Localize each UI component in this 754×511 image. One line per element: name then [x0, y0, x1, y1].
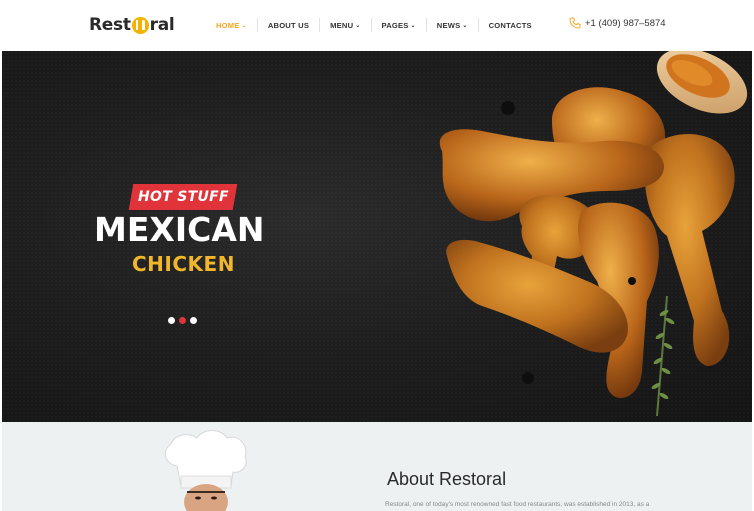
slider-dot-1[interactable]	[168, 317, 175, 324]
nav-label: PAGES	[381, 20, 409, 30]
main-nav: HOME ⌄ ABOUT US MENU ⌄ PAGES ⌄ NEWS ⌄ CONTAC…	[216, 18, 542, 32]
hero-slider: HOT STUFF MEXICAN CHICKEN	[2, 51, 752, 422]
hot-stuff-badge: HOT STUFF	[128, 184, 238, 210]
slider-dot-3[interactable]	[190, 317, 197, 324]
chevron-down-icon: ⌄	[462, 22, 468, 29]
nav-label: MENU	[330, 20, 354, 30]
chef-portrait-image	[164, 430, 247, 511]
nav-item-contacts[interactable]: CONTACTS	[477, 18, 542, 32]
chevron-down-icon: ⌄	[355, 22, 361, 29]
hero-subtitle: CHICKEN	[132, 252, 235, 276]
logo-text-start: Rest	[89, 15, 131, 35]
badge-text: HOT STUFF	[137, 189, 229, 205]
about-description: Restoral, one of today's most renowned f…	[385, 501, 650, 508]
nav-label: HOME	[216, 20, 240, 30]
nav-item-home[interactable]: HOME ⌄	[216, 18, 257, 32]
chevron-down-icon: ⌄	[241, 22, 247, 29]
about-section: About Restoral Restoral, one of today's …	[2, 422, 752, 511]
phone-text: +1 (409) 987–5874	[585, 17, 666, 29]
site-logo[interactable]: Rest ral	[89, 14, 175, 36]
nav-item-pages[interactable]: PAGES ⌄	[370, 18, 426, 32]
slider-dot-2[interactable]	[179, 317, 186, 324]
fork-knife-logo-icon	[131, 16, 149, 34]
roasted-chicken-image	[439, 51, 748, 417]
chevron-down-icon: ⌄	[410, 22, 416, 29]
nav-label: CONTACTS	[488, 20, 532, 30]
about-title: About Restoral	[387, 469, 507, 489]
nav-item-news[interactable]: NEWS ⌄	[425, 18, 478, 32]
slider-pagination	[168, 317, 197, 324]
phone-number[interactable]: +1 (409) 987–5874	[569, 17, 666, 29]
phone-icon	[569, 17, 581, 29]
nav-item-about[interactable]: ABOUT US	[256, 18, 319, 32]
logo-text-end: ral	[149, 15, 175, 35]
nav-label: NEWS	[436, 20, 461, 30]
hero-title: MEXICAN	[94, 210, 265, 249]
site-header: Rest ral HOME ⌄ ABOUT US MENU ⌄ PAGES ⌄ NEW…	[0, 0, 754, 50]
nav-item-menu[interactable]: MENU ⌄	[319, 18, 370, 32]
nav-label: ABOUT US	[267, 20, 310, 30]
